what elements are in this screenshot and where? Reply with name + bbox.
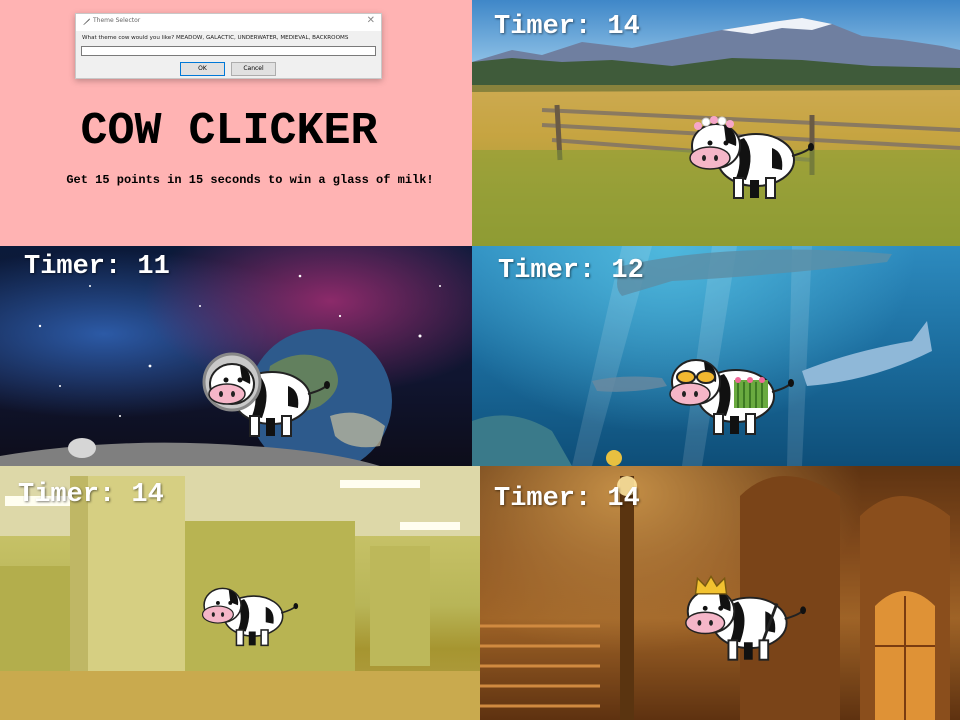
underwater-panel: Timer: 12: [472, 246, 960, 466]
grass-skirt-icon: [734, 380, 768, 408]
theme-selector-dialog: Theme Selector ✕ What theme cow would yo…: [75, 13, 382, 79]
timer-label: Timer: 14: [494, 484, 640, 514]
timer-label: Timer: 11: [24, 252, 170, 282]
dialog-title: Theme Selector: [93, 17, 141, 24]
meadow-panel: Timer: 14: [472, 0, 960, 246]
crown-icon: [694, 574, 728, 595]
game-title: COW CLICKER: [80, 106, 378, 157]
cow-button[interactable]: [664, 344, 794, 440]
dialog-prompt: What theme cow would you like? MEADOW, G…: [82, 35, 349, 41]
feather-icon: [82, 18, 90, 26]
cow-button[interactable]: [196, 576, 300, 650]
cow-button[interactable]: [684, 108, 814, 204]
galactic-panel: Timer: 11: [0, 246, 472, 466]
backrooms-panel: Timer: 14: [0, 466, 480, 720]
theme-input[interactable]: [81, 46, 376, 56]
cancel-button[interactable]: Cancel: [231, 62, 276, 76]
ok-button[interactable]: OK: [180, 62, 225, 76]
timer-label: Timer: 14: [494, 12, 640, 42]
dialog-titlebar[interactable]: Theme Selector ✕: [76, 14, 381, 31]
cow-button[interactable]: [680, 572, 806, 666]
timer-label: Timer: 14: [18, 480, 164, 510]
timer-label: Timer: 12: [498, 256, 644, 286]
title-panel: Theme Selector ✕ What theme cow would yo…: [0, 0, 472, 246]
cow-button[interactable]: [200, 346, 330, 442]
close-icon[interactable]: ✕: [367, 15, 375, 27]
game-subtitle: Get 15 points in 15 seconds to win a gla…: [66, 173, 434, 187]
medieval-panel: Timer: 14: [480, 466, 960, 720]
